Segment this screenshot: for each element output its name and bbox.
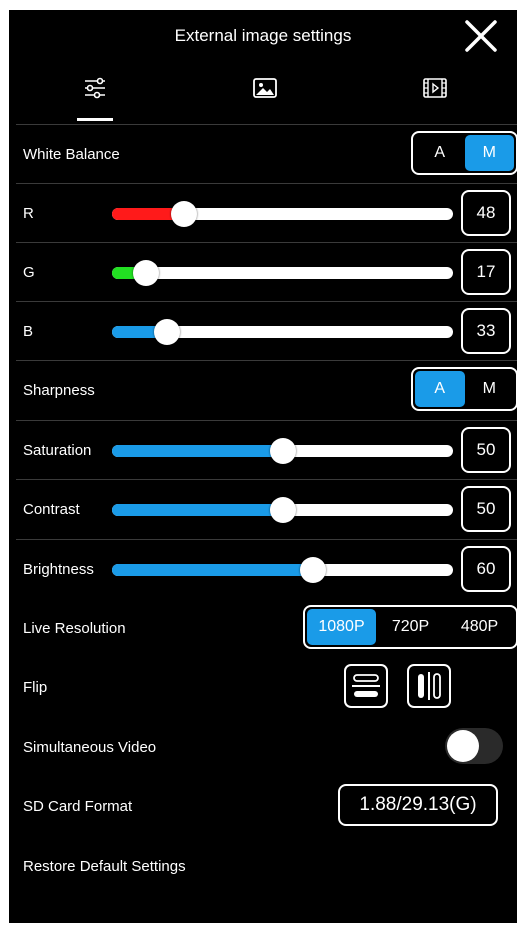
sharpness-option-m[interactable]: M [465,371,515,407]
page-title: External image settings [174,26,352,45]
flip-vertical-icon [352,674,380,697]
switch-knob [447,730,479,762]
resolution-option-720p[interactable]: 720P [376,609,445,645]
simultaneous-video-switch[interactable] [445,728,503,764]
brightness-label: Brightness [23,561,94,578]
r-row: R 48 [16,183,517,242]
b-slider-thumb[interactable] [154,319,180,345]
live-resolution-row: Live Resolution 1080P 720P 480P [16,599,517,658]
white-balance-option-a[interactable]: A [415,135,465,171]
brightness-row: Brightness 60 [16,539,517,598]
b-row: B 33 [16,301,517,360]
saturation-value[interactable]: 50 [461,427,511,473]
white-balance-label: White Balance [23,146,120,163]
brightness-value[interactable]: 60 [461,546,511,592]
r-label: R [23,205,34,222]
contrast-value[interactable]: 50 [461,486,511,532]
saturation-row: Saturation 50 [16,420,517,479]
active-tab-indicator [77,118,113,121]
settings-screen: External image settings White Balance A … [9,10,517,923]
resolution-option-1080p[interactable]: 1080P [307,609,376,645]
saturation-slider[interactable] [112,438,453,464]
restore-default-settings[interactable]: Restore Default Settings [23,837,186,896]
g-slider-thumb[interactable] [133,260,159,286]
sd-card-format-button[interactable]: 1.88/29.13(G) [338,784,498,826]
flip-horizontal-icon [418,672,441,700]
g-label: G [23,264,35,281]
flip-label: Flip [23,679,48,696]
resolution-option-480p[interactable]: 480P [445,609,514,645]
sharpness-label: Sharpness [23,382,95,399]
sharpness-toggle: A M [411,367,517,411]
flip-horizontal-button[interactable] [407,664,451,708]
brightness-slider[interactable] [112,557,453,583]
sliders-icon[interactable] [80,73,110,103]
contrast-row: Contrast 50 [16,479,517,538]
simultaneous-video-row: Simultaneous Video [16,718,517,777]
r-slider-thumb[interactable] [171,201,197,227]
sd-card-label: SD Card Format [23,798,133,815]
live-resolution-selector: 1080P 720P 480P [303,605,517,649]
brightness-slider-fill [112,564,313,576]
sharpness-row: Sharpness A M [16,360,517,419]
flip-row: Flip [16,658,517,717]
close-icon[interactable] [464,19,498,53]
restore-row[interactable]: Restore Default Settings [16,837,517,896]
contrast-slider-fill [112,504,283,516]
sharpness-option-a[interactable]: A [415,371,465,407]
contrast-slider[interactable] [112,497,453,523]
g-row: G 17 [16,242,517,301]
live-resolution-label: Live Resolution [23,620,126,637]
tab-bar [9,65,517,125]
saturation-label: Saturation [23,442,92,459]
header: External image settings [9,10,517,60]
b-slider[interactable] [112,319,453,345]
simultaneous-video-label: Simultaneous Video [23,739,157,756]
image-icon[interactable] [250,73,280,103]
g-value[interactable]: 17 [461,249,511,295]
white-balance-row: White Balance A M [16,124,517,183]
white-balance-option-m[interactable]: M [464,135,514,171]
saturation-slider-thumb[interactable] [270,438,296,464]
sd-card-row: SD Card Format 1.88/29.13(G) [16,777,517,836]
r-slider[interactable] [112,201,453,227]
r-value[interactable]: 48 [461,190,511,236]
white-balance-toggle: A M [411,131,517,175]
brightness-slider-thumb[interactable] [300,557,326,583]
b-value[interactable]: 33 [461,308,511,354]
g-slider[interactable] [112,260,453,286]
contrast-slider-thumb[interactable] [270,497,296,523]
flip-vertical-button[interactable] [344,664,388,708]
saturation-slider-fill [112,445,283,457]
film-icon[interactable] [420,73,450,103]
b-label: B [23,323,34,340]
contrast-label: Contrast [23,501,80,518]
